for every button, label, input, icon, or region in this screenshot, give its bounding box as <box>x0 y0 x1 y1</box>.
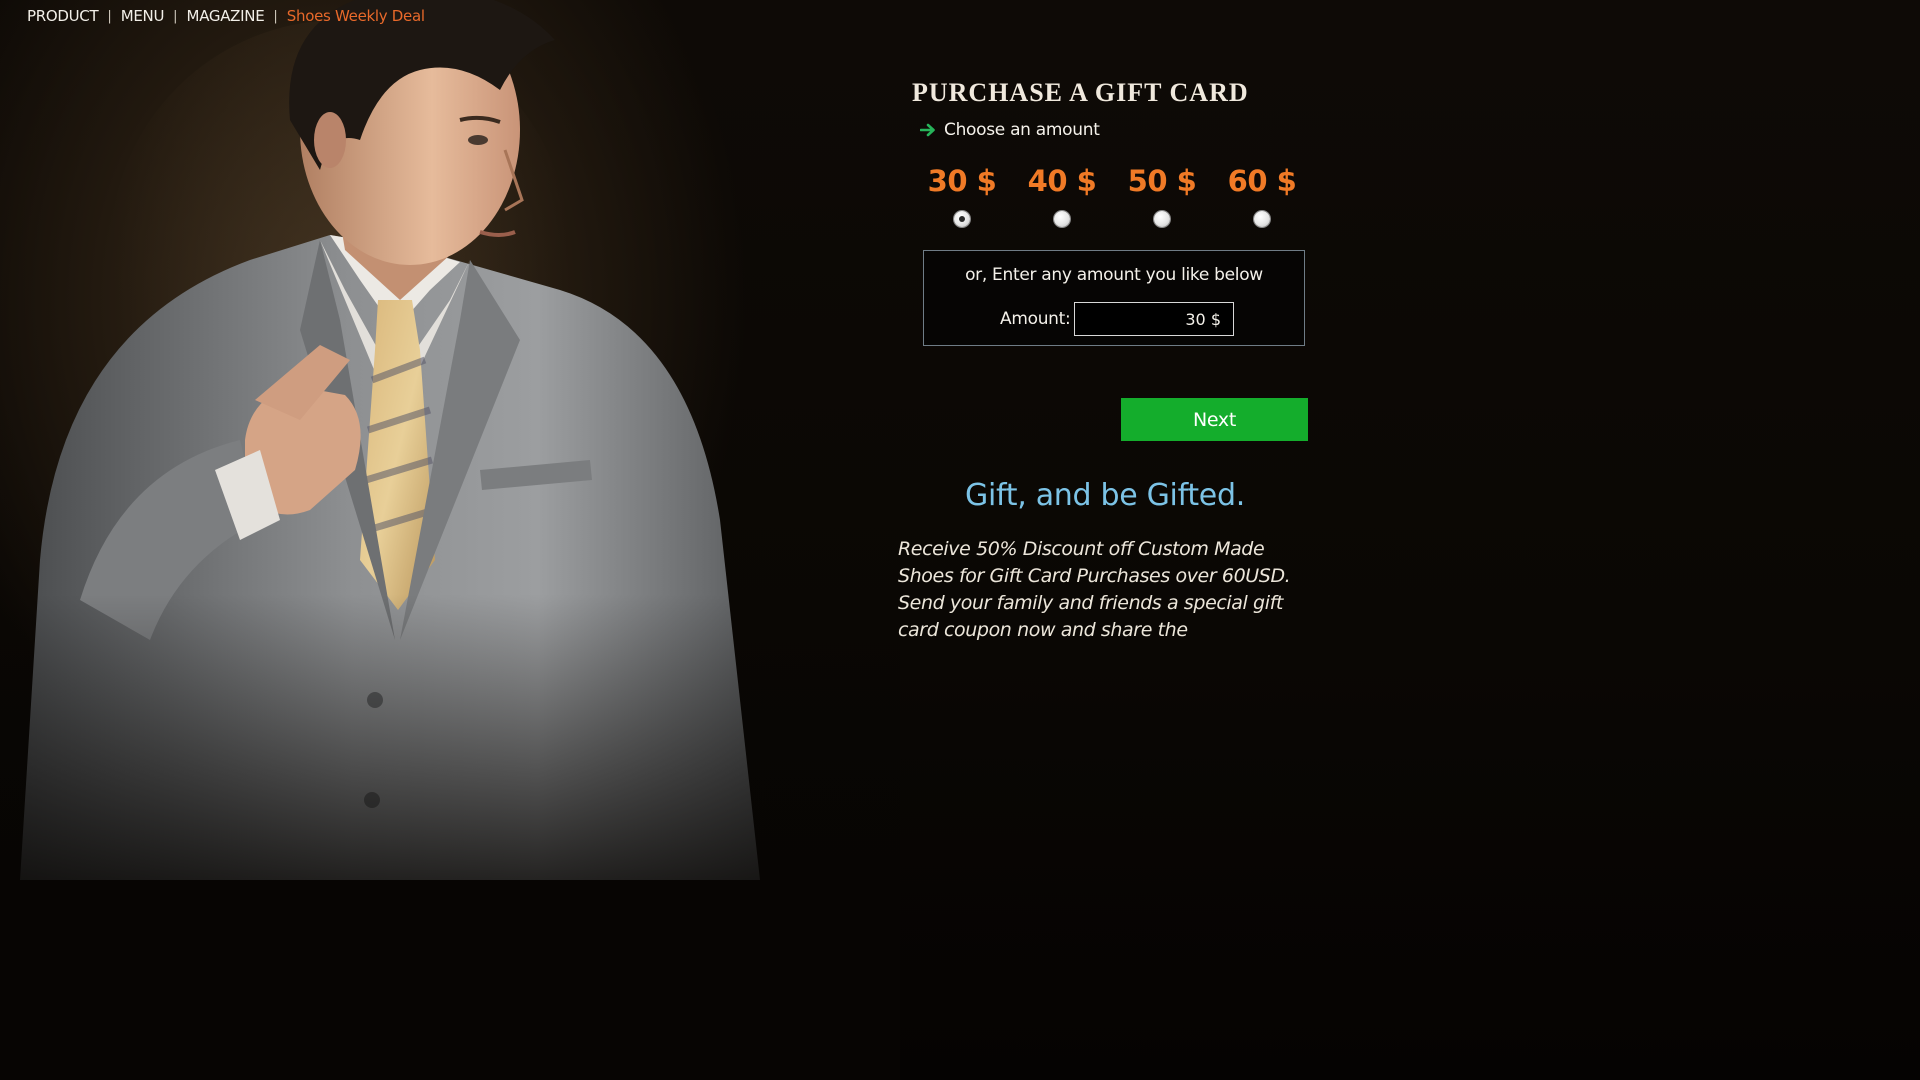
amount-label: 60 $ <box>1227 164 1297 198</box>
amount-option-40[interactable]: 40 $ <box>1012 160 1112 227</box>
top-nav: PRODUCT | MENU | MAGAZINE | Shoes Weekly… <box>27 6 425 26</box>
amount-radio-30[interactable] <box>954 211 970 227</box>
amount-label: 40 $ <box>1027 164 1097 198</box>
nav-menu[interactable]: MENU <box>121 7 165 25</box>
amount-option-30[interactable]: 30 $ <box>912 160 1012 227</box>
model-photo <box>0 0 900 1080</box>
promo-text: Receive 50% Discount off Custom Made Sho… <box>898 538 1291 641</box>
amount-radio-60[interactable] <box>1254 211 1270 227</box>
nav-product[interactable]: PRODUCT <box>27 7 99 25</box>
amount-option-60[interactable]: 60 $ <box>1212 160 1312 227</box>
custom-amount-hint: or, Enter any amount you like below <box>965 265 1263 285</box>
amount-options: 30 $ 40 $ 50 $ 60 $ <box>912 160 1312 240</box>
amount-field-label: Amount: <box>1000 309 1071 329</box>
gift-card-title: PURCHASE A GIFT CARD <box>912 78 1249 107</box>
amount-option-50[interactable]: 50 $ <box>1112 160 1212 227</box>
amount-label: 30 $ <box>927 164 997 198</box>
nav-separator: | <box>173 8 178 24</box>
nav-magazine[interactable]: MAGAZINE <box>187 7 265 25</box>
nav-shoes-weekly-deal[interactable]: Shoes Weekly Deal <box>287 7 425 25</box>
amount-radio-40[interactable] <box>1054 211 1070 227</box>
amount-label: 50 $ <box>1127 164 1197 198</box>
nav-separator: | <box>107 8 112 24</box>
next-button[interactable]: Next <box>1121 398 1308 441</box>
step-label: Choose an amount <box>944 120 1100 140</box>
arrow-right-icon <box>920 123 935 137</box>
amount-input[interactable] <box>1074 302 1234 336</box>
promo-tagline: Gift, and be Gifted. <box>965 478 1245 513</box>
step-choose-amount: Choose an amount <box>920 120 1100 140</box>
amount-radio-50[interactable] <box>1154 211 1170 227</box>
custom-amount-box: or, Enter any amount you like below Amou… <box>923 250 1305 346</box>
nav-separator: | <box>273 8 278 24</box>
